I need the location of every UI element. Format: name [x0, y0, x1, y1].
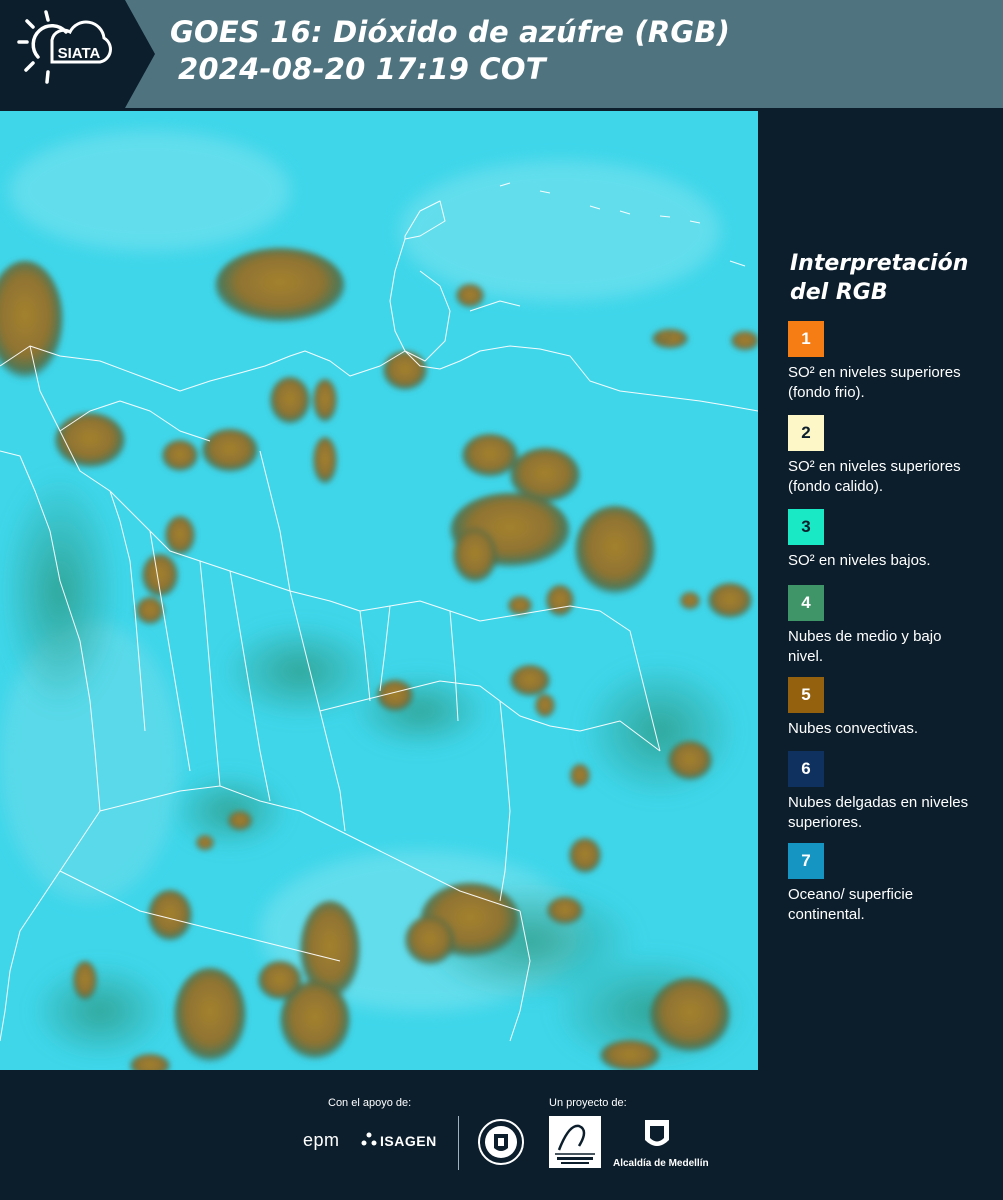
legend-swatch-7: 7 — [788, 843, 824, 879]
siata-brand-text: SIATA — [58, 45, 101, 62]
epm-logo: epm — [303, 1130, 340, 1150]
legend-item-1: 1 SO² en niveles superiores (fondo frio)… — [788, 321, 993, 403]
legend-swatch-6: 6 — [788, 751, 824, 787]
legend-swatch-5: 5 — [788, 677, 824, 713]
legend-panel: Interpretación del RGB 1 SO² en niveles … — [762, 111, 1003, 1070]
satellite-image — [0, 111, 758, 1070]
legend-label-2: SO² en niveles superiores (fondo calido)… — [788, 458, 961, 495]
isagen-logo: ISAGEN — [380, 1133, 437, 1149]
legend-swatch-4: 4 — [788, 585, 824, 621]
legend-label-7: Oceano/ superficie continental. — [788, 886, 914, 923]
header-bar: SIATA GOES 16: Dióxido de azúfre (RGB) 20… — [0, 0, 1003, 108]
legend-item-5: 5 Nubes convectivas. — [788, 677, 993, 759]
satellite-map — [0, 111, 758, 1070]
legend-label-6: Nubes delgadas en niveles superiores. — [788, 794, 969, 831]
legend-title: Interpretación del RGB — [790, 251, 969, 305]
page-title: GOES 16: Dióxido de azúfre (RGB) 2024-08-… — [170, 14, 730, 88]
legend-label-1: SO² en niveles superiores (fondo frio). — [788, 364, 961, 401]
footer-divider — [458, 1116, 459, 1170]
project-label: Un proyecto de: — [549, 1097, 627, 1109]
area-metropolitana-logo — [549, 1116, 601, 1168]
legend-item-6: 6 Nubes delgadas en niveles superiores. — [788, 751, 993, 833]
alcaldia-label: Alcaldía de Medellín — [613, 1158, 709, 1169]
alcaldia-shield-icon — [643, 1118, 671, 1154]
title-line-1: GOES 16: Dióxido de azúfre (RGB) — [170, 15, 731, 49]
legend-item-7: 7 Oceano/ superficie continental. — [788, 843, 993, 925]
siata-logo: SIATA — [0, 0, 155, 108]
support-label: Con el apoyo de: — [328, 1097, 412, 1109]
medellin-seal-icon — [477, 1118, 525, 1166]
legend-item-3: 3 SO² en niveles bajos. — [788, 509, 993, 591]
legend-swatch-3: 3 — [788, 509, 824, 545]
legend-swatch-1: 1 — [788, 321, 824, 357]
legend-item-2: 2 SO² en niveles superiores (fondo calid… — [788, 415, 993, 517]
legend-item-4: 4 Nubes de medio y bajo nivel. — [788, 585, 993, 667]
isagen-logo-icon — [361, 1132, 377, 1148]
legend-swatch-2: 2 — [788, 415, 824, 451]
title-line-2: 2024-08-20 17:19 COT — [178, 52, 546, 86]
legend-label-4: Nubes de medio y bajo nivel. — [788, 628, 942, 665]
footer: Con el apoyo de: Un proyecto de: epm ISA… — [0, 1070, 1003, 1200]
